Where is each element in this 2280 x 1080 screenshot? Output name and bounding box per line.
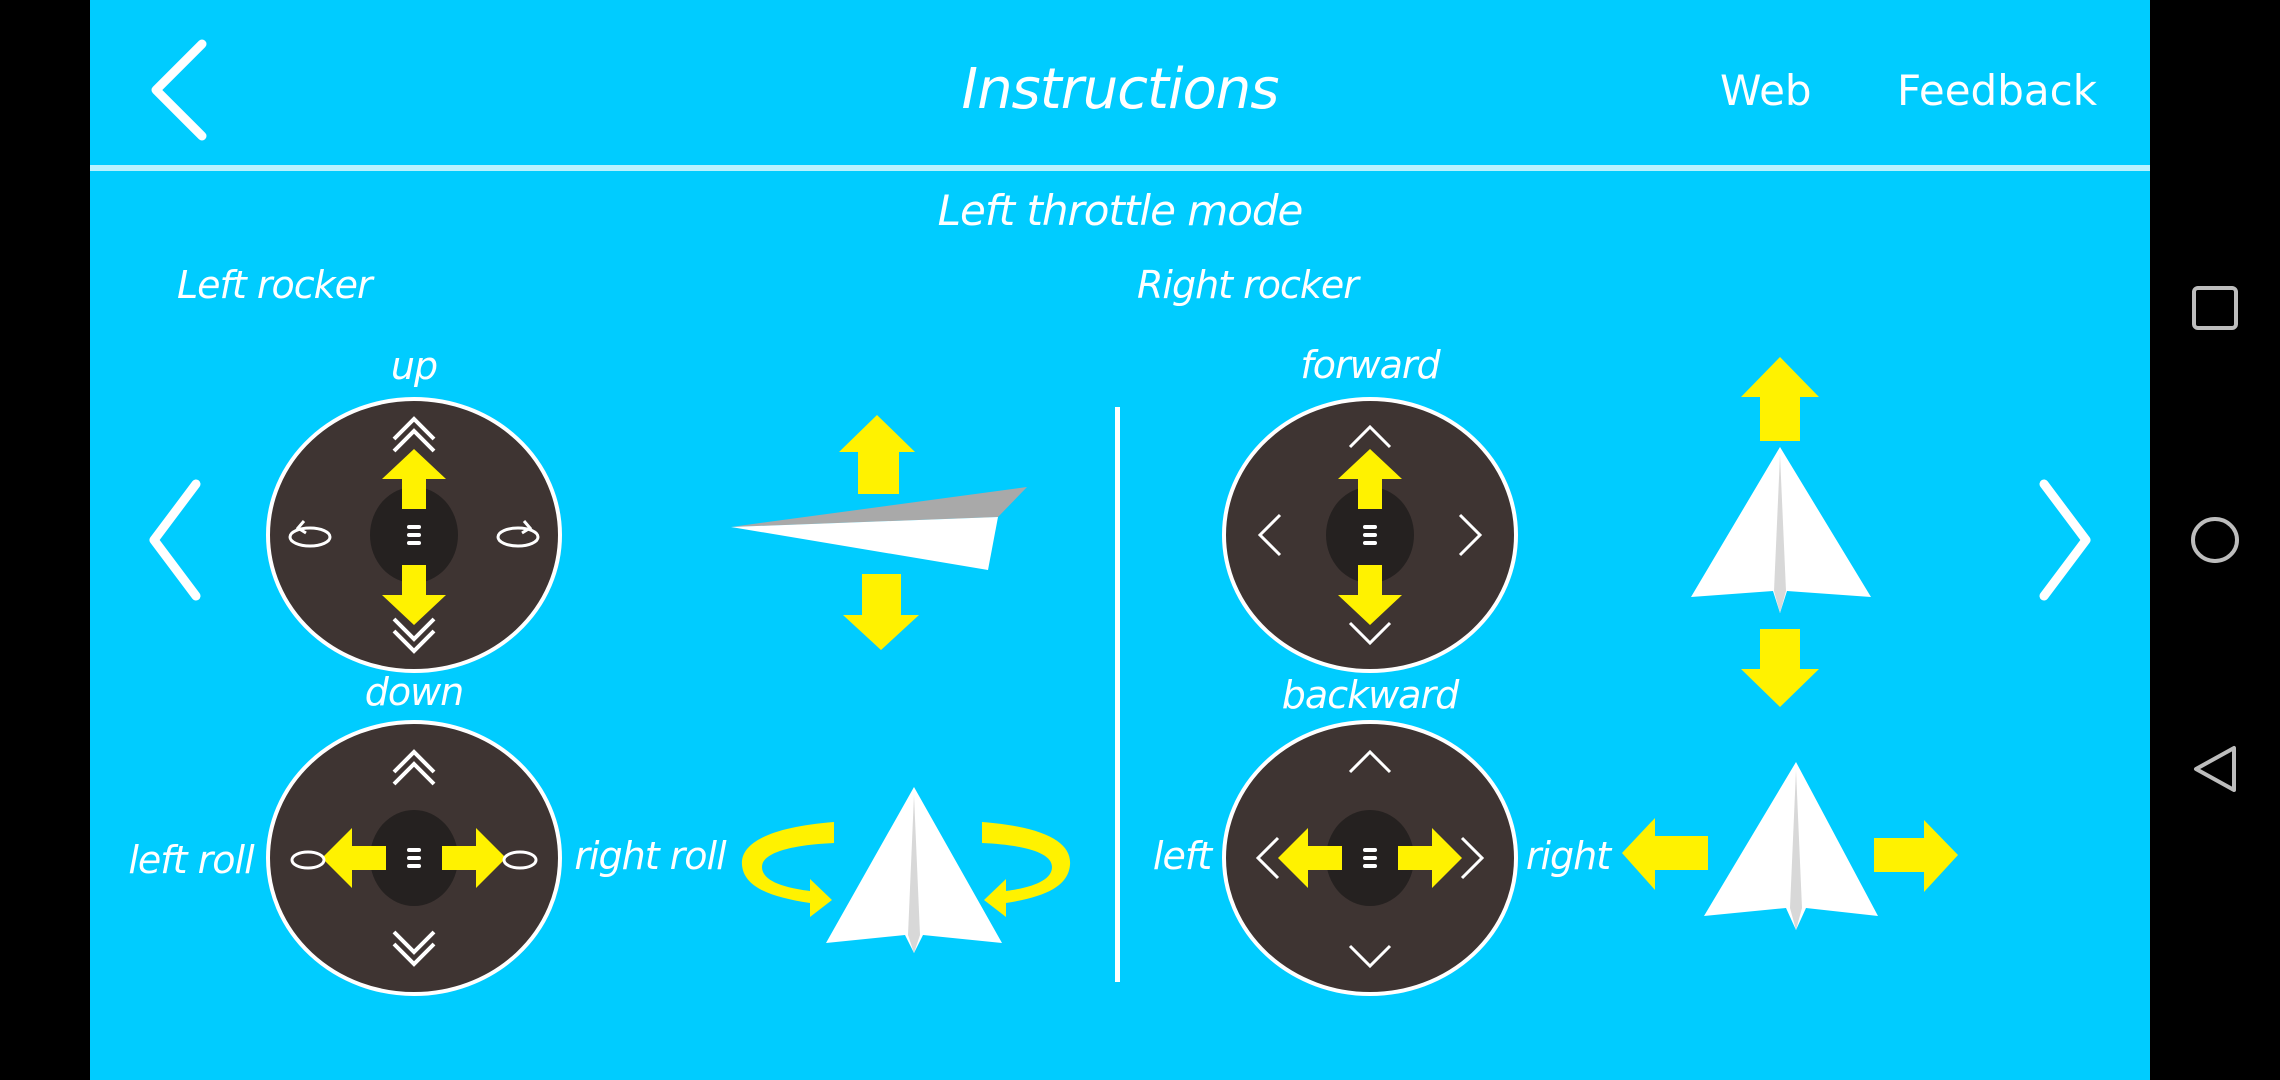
down-label: down	[364, 670, 465, 714]
prev-page-button[interactable]	[146, 478, 206, 602]
left-rocker-label: Left rocker	[177, 263, 373, 307]
menu-lines-icon	[407, 525, 421, 545]
right-roll-label: right roll	[574, 834, 726, 878]
arrow-up-icon	[839, 415, 915, 494]
joystick-roll	[266, 720, 562, 996]
arrow-right-icon	[1874, 820, 1958, 892]
chevron-right-icon	[2039, 479, 2091, 601]
square-icon	[2192, 286, 2238, 330]
up-label: up	[390, 344, 438, 388]
system-back-button[interactable]	[2192, 744, 2240, 794]
joystick-pitch	[1222, 397, 1518, 673]
roll-right-arrow-icon	[982, 822, 1071, 917]
plane-pitch-illustration	[1691, 357, 1871, 707]
section-divider	[1115, 407, 1120, 982]
circle-icon	[2191, 517, 2239, 563]
plane-roll-illustration	[741, 787, 1071, 953]
menu-lines-icon	[1363, 525, 1377, 545]
triangle-back-icon	[2194, 746, 2236, 792]
mode-title: Left throttle mode	[937, 186, 1304, 235]
joystick-throttle	[266, 397, 562, 673]
left-label: left	[1152, 834, 1212, 878]
forward-label: forward	[1300, 343, 1440, 387]
page-title: Instructions	[961, 57, 1280, 122]
arrow-down-icon	[843, 574, 919, 650]
home-button[interactable]	[2190, 515, 2240, 565]
backward-label: backward	[1281, 673, 1459, 717]
arrow-up-icon	[1741, 357, 1819, 441]
menu-lines-icon	[1363, 848, 1377, 868]
web-link[interactable]: Web	[1720, 70, 1812, 112]
feedback-link[interactable]: Feedback	[1897, 70, 2097, 112]
left-roll-label: left roll	[128, 838, 254, 882]
plane-altitude-illustration	[731, 415, 1027, 650]
recents-button[interactable]	[2191, 285, 2239, 333]
roll-left-arrow-icon	[741, 822, 834, 917]
next-page-button[interactable]	[2034, 478, 2094, 602]
menu-lines-icon	[407, 848, 421, 868]
joystick-yaw	[1222, 720, 1518, 996]
arrow-down-icon	[1741, 629, 1819, 707]
arrow-left-icon	[1622, 818, 1708, 890]
header-divider	[90, 165, 2150, 171]
right-label: right	[1525, 834, 1611, 878]
chevron-left-icon	[149, 479, 201, 601]
system-navigation-bar	[2150, 0, 2280, 1080]
right-rocker-label: Right rocker	[1137, 263, 1359, 307]
instructions-screen: Instructions Web Feedback Left throttle …	[90, 0, 2150, 1080]
plane-yaw-illustration	[1622, 762, 1958, 930]
